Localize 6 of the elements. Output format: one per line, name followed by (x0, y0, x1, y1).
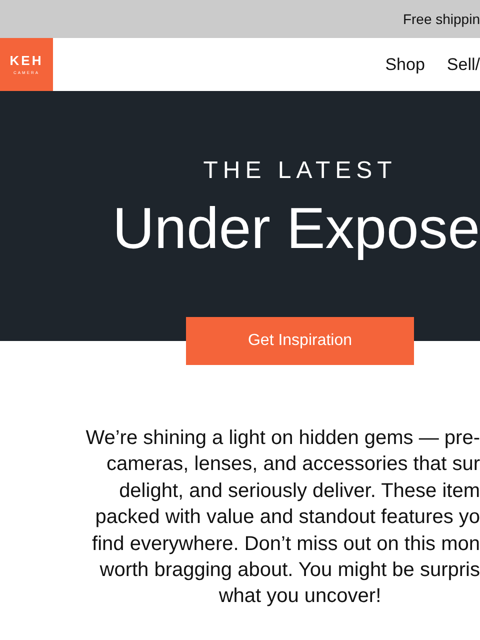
hero-title: Under Expose (111, 197, 480, 261)
intro-paragraph: We’re shining a light on hidden gems — pre- cameras, lenses, and accessories that sur delight, and seriously deliver. These item packed with value and standout features yo find everywhere. Don’t miss out on this mon worth bragging about. You might be surpris what you uncover! (84, 426, 480, 610)
hero-eyebrow: THE LATEST (202, 157, 398, 185)
nav-link[interactable]: Shop (385, 54, 425, 74)
nav-link[interactable]: Sell/ (446, 54, 480, 74)
announcement-text: Free shippin (402, 11, 480, 27)
